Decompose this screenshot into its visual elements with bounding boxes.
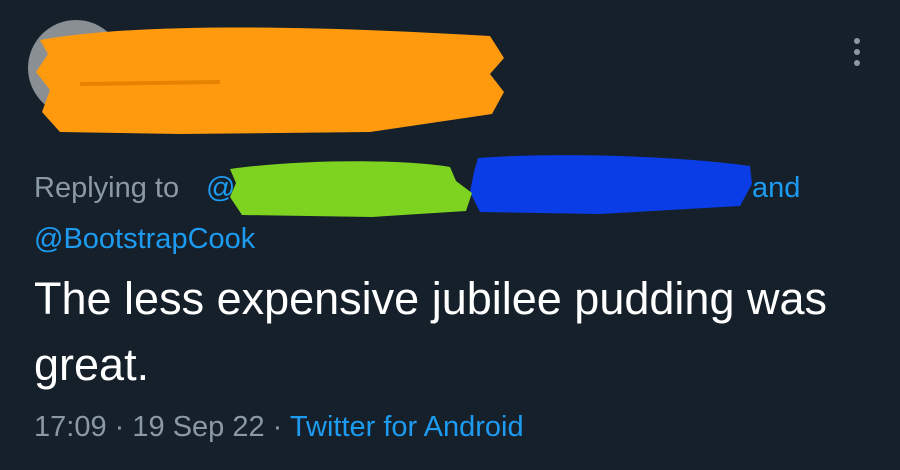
replying-to-label: Replying to	[34, 172, 180, 204]
tweet-date[interactable]: 19 Sep 22	[132, 411, 264, 443]
redaction-scribble-orange	[36, 27, 504, 134]
tweet-text: The less expensive jubilee pudding was g…	[34, 273, 827, 390]
tweet-meta: 17:09 · 19 Sep 22 · Twitter for Android	[34, 407, 524, 447]
reply-conjunction-and[interactable]: and	[752, 168, 800, 208]
reply-mention-bootstrapcook[interactable]: @BootstrapCook	[34, 219, 255, 259]
redaction-scribble-green	[230, 161, 472, 217]
tweet-card: Replying to @ and @BootstrapCook The les…	[0, 0, 900, 470]
more-vertical-icon[interactable]	[850, 38, 864, 72]
meta-separator: ·	[114, 411, 125, 443]
tweet-time[interactable]: 17:09	[34, 411, 107, 443]
redaction-scribble-blue	[470, 155, 752, 214]
tweet-source-link[interactable]: Twitter for Android	[290, 411, 524, 443]
meta-separator: ·	[272, 411, 283, 443]
